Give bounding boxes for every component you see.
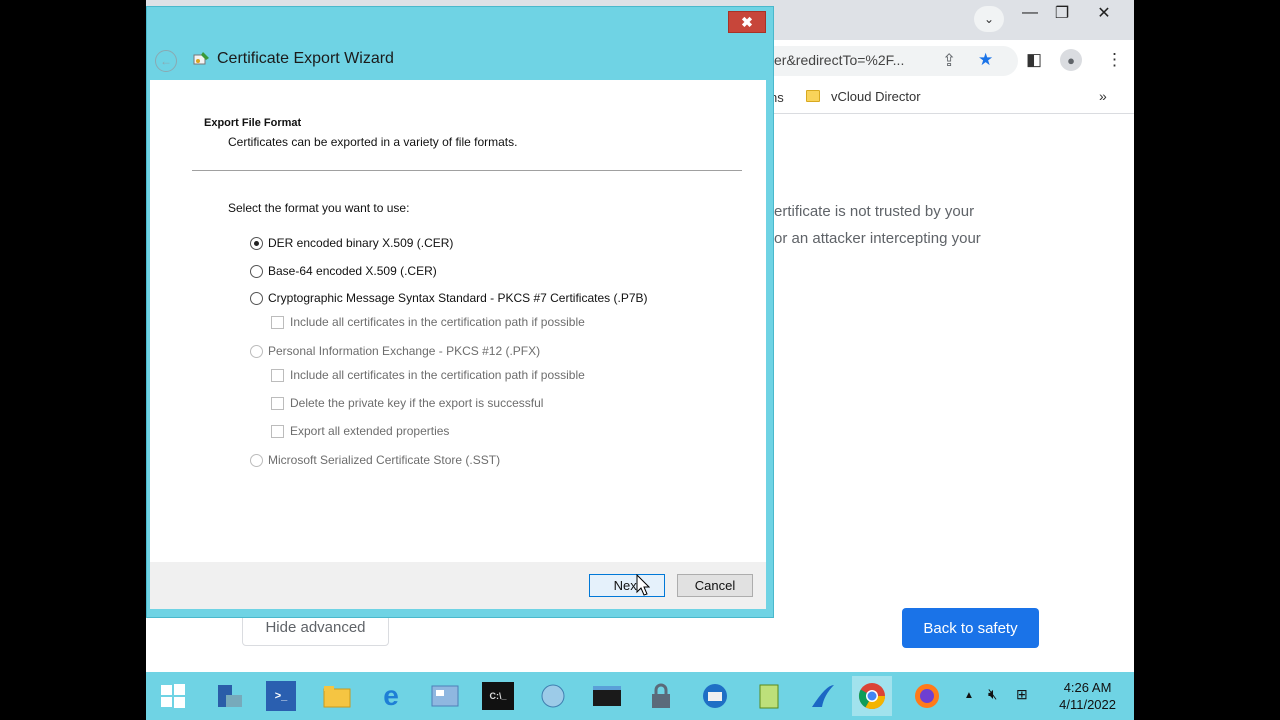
- terminal-icon[interactable]: [590, 679, 624, 713]
- checkbox-indicator[interactable]: [271, 368, 284, 382]
- chevron-down-icon: ⌄: [983, 12, 995, 26]
- clock-time: 4:26 AM: [1063, 680, 1112, 695]
- show-hidden-icons-icon[interactable]: ▲: [964, 690, 974, 701]
- close-window-button[interactable]: ✕: [1086, 0, 1122, 26]
- taskbar-clock[interactable]: 4:26 AM 4/11/2022: [1059, 679, 1116, 713]
- checkbox-label: Delete the private key if the export is …: [290, 396, 544, 410]
- dialog-close-button[interactable]: ✖: [728, 11, 766, 33]
- radio-sst[interactable]: Microsoft Serialized Certificate Store (…: [250, 453, 500, 467]
- mouse-pointer-icon: [636, 574, 650, 596]
- network-icon[interactable]: [536, 679, 570, 713]
- certificate-wizard-icon: [193, 52, 209, 65]
- chrome-icon[interactable]: [852, 676, 892, 716]
- minimize-icon: —: [1022, 4, 1038, 21]
- bookmark-vcloud-director[interactable]: vCloud Director: [831, 89, 921, 104]
- server-manager-icon[interactable]: [212, 679, 246, 713]
- checkbox-include-path-p7b[interactable]: Include all certificates in the certific…: [271, 315, 585, 329]
- profile-avatar-icon[interactable]: ●: [1060, 49, 1082, 71]
- radio-pkcs12-pfx[interactable]: Personal Information Exchange - PKCS #12…: [250, 344, 540, 358]
- checkbox-label: Include all certificates in the certific…: [290, 368, 585, 382]
- bookmarks-overflow-icon[interactable]: »: [1099, 88, 1107, 104]
- network-status-icon[interactable]: ⊞: [1016, 686, 1028, 703]
- command-prompt-icon[interactable]: C:\_: [482, 682, 514, 710]
- address-text[interactable]: er&redirectTo=%2F...: [774, 52, 904, 68]
- checkbox-indicator[interactable]: [271, 315, 284, 329]
- radio-indicator[interactable]: [250, 264, 263, 278]
- control-panel-icon[interactable]: [428, 679, 462, 713]
- lock-tool-icon[interactable]: [644, 679, 678, 713]
- radio-indicator[interactable]: [250, 453, 263, 467]
- radio-label[interactable]: Cryptographic Message Syntax Standard - …: [268, 291, 648, 305]
- checkbox-delete-private-key[interactable]: Delete the private key if the export is …: [271, 396, 543, 410]
- clock-date: 4/11/2022: [1059, 697, 1116, 712]
- speaker-muted-icon[interactable]: 🔇︎: [988, 686, 997, 703]
- folder-icon: [806, 90, 820, 102]
- close-icon: ✕: [1097, 5, 1111, 22]
- radio-indicator[interactable]: [250, 236, 263, 250]
- checkbox-include-path-pfx[interactable]: Include all certificates in the certific…: [271, 368, 585, 382]
- radio-pkcs7-p7b[interactable]: Cryptographic Message Syntax Standard - …: [250, 291, 648, 305]
- powershell-icon[interactable]: >_: [266, 681, 296, 711]
- radio-label[interactable]: Base-64 encoded X.509 (.CER): [268, 264, 437, 278]
- back-to-safety-button[interactable]: Back to safety: [902, 608, 1039, 648]
- dialog-title: Certificate Export Wizard: [217, 50, 394, 67]
- checkbox-label: Include all certificates in the certific…: [290, 315, 585, 329]
- warning-text-line2: or an attacker intercepting your: [774, 230, 981, 247]
- radio-label[interactable]: DER encoded binary X.509 (.CER): [268, 236, 453, 250]
- section-title: Export File Format: [204, 117, 302, 129]
- desktop-screen: ⌄ — ❐ ✕ er&redirectTo=%2F... ⇪ ★ ◧ ● ⋮ n…: [146, 0, 1134, 720]
- header-divider: [192, 170, 742, 171]
- radio-base64-cer[interactable]: Base-64 encoded X.509 (.CER): [250, 264, 437, 278]
- minimize-button[interactable]: —: [1012, 0, 1048, 26]
- tab-search-dropdown[interactable]: ⌄: [974, 6, 1004, 32]
- wireshark-icon[interactable]: [806, 679, 840, 713]
- firefox-icon[interactable]: [910, 679, 944, 713]
- internet-explorer-icon[interactable]: e: [374, 679, 408, 713]
- back-arrow-icon[interactable]: ←: [155, 50, 177, 72]
- radio-label: Personal Information Exchange - PKCS #12…: [268, 344, 541, 358]
- section-subtitle: Certificates can be exported in a variet…: [228, 135, 518, 149]
- checkbox-indicator[interactable]: [271, 424, 284, 438]
- checkbox-label: Export all extended properties: [290, 424, 450, 438]
- radio-der-cer[interactable]: DER encoded binary X.509 (.CER): [250, 236, 453, 250]
- windows-start-icon[interactable]: [156, 679, 190, 713]
- checkbox-indicator[interactable]: [271, 396, 284, 410]
- radio-indicator[interactable]: [250, 291, 263, 305]
- side-panel-icon[interactable]: ◧: [1026, 50, 1042, 70]
- radio-indicator[interactable]: [250, 344, 263, 358]
- certificate-export-wizard-dialog: ✖ ← Certificate Export Wizard: [146, 6, 774, 618]
- file-explorer-icon[interactable]: [320, 679, 354, 713]
- menu-kebab-icon[interactable]: ⋮: [1106, 50, 1123, 70]
- cancel-button[interactable]: Cancel: [677, 574, 753, 597]
- share-icon[interactable]: ⇪: [942, 51, 956, 71]
- radio-label: Microsoft Serialized Certificate Store (…: [268, 453, 501, 467]
- restore-icon: ❐: [1054, 5, 1070, 22]
- restore-button[interactable]: ❐: [1044, 0, 1080, 26]
- warning-text-line1: ertificate is not trusted by your: [774, 203, 975, 220]
- format-prompt: Select the format you want to use:: [228, 201, 410, 215]
- next-button[interactable]: Next: [589, 574, 665, 597]
- thunderbird-icon[interactable]: [698, 679, 732, 713]
- notepad-plus-plus-icon[interactable]: [752, 679, 786, 713]
- bookmark-star-icon[interactable]: ★: [978, 50, 993, 70]
- windows-taskbar: >_ e C:\_ ▲ 🔇︎ ⊞ 4:26 AM 4/11/2022: [146, 672, 1134, 720]
- checkbox-export-extended-properties[interactable]: Export all extended properties: [271, 424, 449, 438]
- wizard-footer: [150, 562, 766, 609]
